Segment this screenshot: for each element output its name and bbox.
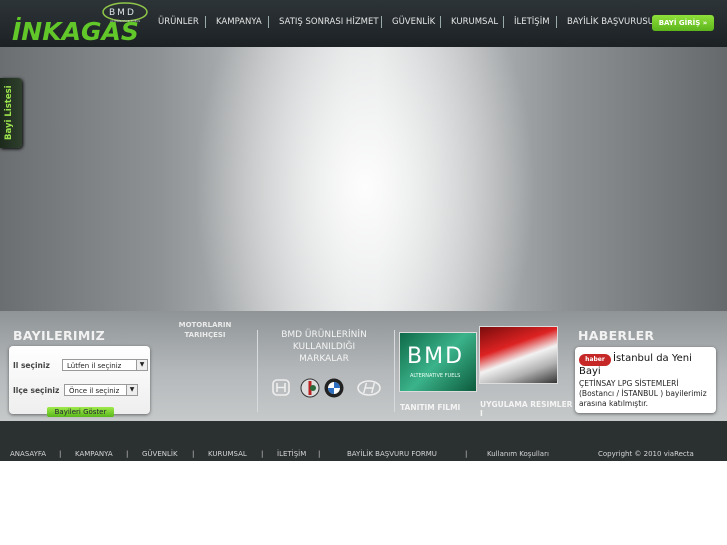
application-photos-thumbnail[interactable]: [479, 326, 558, 384]
district-select-value: Önce il seçiniz: [69, 387, 120, 395]
nav-satis-sonrasi[interactable]: SATIŞ SONRASI HİZMET: [279, 17, 379, 27]
footer-divider: |: [261, 450, 264, 458]
top-navigation-bar: BMD ALTERNATIVE FUELS İNKAGAS ÜRÜNLER KA…: [0, 0, 727, 47]
application-photos-caption-line2: I: [480, 409, 483, 418]
news-panel[interactable]: haber İstanbul da Yeni Bayi ÇETİNSAY LPG…: [575, 347, 716, 413]
promo-film-thumbnail[interactable]: BMD ALTERNATIVE FUELS: [399, 332, 477, 392]
dealers-title: BAYILERIMIZ: [13, 328, 105, 343]
footer-divider: |: [465, 450, 468, 458]
news-headline[interactable]: İstanbul da Yeni: [613, 353, 692, 364]
dealer-login-button[interactable]: BAYİ GİRİŞ »: [652, 15, 714, 31]
dealer-search-panel: [9, 346, 150, 414]
footer-link-kullanim-kosullari[interactable]: Kullanım Koşulları: [487, 450, 549, 458]
chevron-down-icon: ▼: [136, 360, 147, 370]
application-photos-caption[interactable]: UYGULAMA RESIMLER I: [480, 400, 572, 418]
nav-divider: [440, 16, 441, 28]
divider: [257, 330, 258, 412]
brands-heading: BMD ÜRÜNLERİNİN KULLANILDIĞI MARKALAR: [264, 329, 384, 365]
nav-iletisim[interactable]: İLETİŞİM: [514, 17, 550, 27]
brands-line2: KULLANILDIĞI: [292, 342, 356, 352]
divider: [394, 330, 395, 412]
news-title: HABERLER: [578, 328, 655, 343]
chevron-down-icon: ▼: [126, 385, 137, 395]
show-dealers-button[interactable]: Bayileri Göster: [47, 407, 114, 417]
application-photos-caption-line1: UYGULAMA RESIMLER: [480, 400, 573, 409]
bmw-logo[interactable]: [323, 377, 345, 399]
nav-divider: [503, 16, 504, 28]
footer-divider: |: [192, 450, 195, 458]
nav-divider: [268, 16, 269, 28]
promo-film-caption[interactable]: TANITIM FILMI: [400, 403, 460, 412]
footer-divider: |: [318, 450, 321, 458]
honda-logo[interactable]: [270, 377, 292, 399]
brands-line3: MARKALAR: [299, 354, 349, 364]
brands-line1: BMD ÜRÜNLERİNİN: [281, 330, 367, 340]
footer-link-iletisim[interactable]: İLETİŞİM: [277, 450, 306, 458]
nav-kampanya[interactable]: KAMPANYA: [216, 17, 262, 27]
footer: ANASAYFA | KAMPANYA | GÜVENLİK | KURUMSA…: [0, 421, 727, 461]
footer-divider: |: [59, 450, 62, 458]
nav-urunler[interactable]: ÜRÜNLER: [158, 17, 199, 27]
inkagas-logo[interactable]: BMD ALTERNATIVE FUELS İNKAGAS: [10, 2, 148, 46]
city-select[interactable]: Lütfen il seçiniz ▼: [62, 359, 148, 371]
footer-link-anasayfa[interactable]: ANASAYFA: [10, 450, 46, 458]
nav-guvenlik[interactable]: GÜVENLİK: [392, 17, 435, 27]
nav-kurumsal[interactable]: KURUMSAL: [451, 17, 498, 27]
footer-link-bayilik-formu[interactable]: BAYİLİK BAŞVURU FORMU: [347, 450, 437, 458]
motor-history-line2: TARIHÇESI: [184, 331, 226, 339]
nav-divider: [381, 16, 382, 28]
city-label: Il seçiniz: [13, 361, 50, 370]
bmd-logo-text: BMD: [407, 344, 465, 369]
nav-bayilik-basvurusu[interactable]: BAYİLİK BAŞVURUSU: [567, 17, 654, 27]
news-badge: haber: [579, 354, 611, 366]
news-headline-2[interactable]: Bayi: [579, 366, 601, 377]
motor-history-link[interactable]: MOTORLARIN TARIHÇESI: [165, 320, 245, 340]
bmd-logo-tagline: ALTERNATIVE FUELS: [410, 373, 461, 379]
dealer-list-tab[interactable]: Bayi Listesi: [0, 78, 22, 148]
news-body: ÇETİNSAY LPG SİSTEMLERİ (Bostancı / İSTA…: [579, 379, 707, 408]
copyright-text: Copyright © 2010 viaRecta: [598, 450, 694, 458]
footer-divider: |: [126, 450, 129, 458]
logo-wordmark: İNKAGAS: [12, 16, 139, 46]
city-select-value: Lütfen il seçiniz: [67, 362, 122, 370]
footer-link-kampanya[interactable]: KAMPANYA: [75, 450, 113, 458]
nav-divider: [205, 16, 206, 28]
district-label: Ilçe seçiniz: [13, 386, 60, 395]
motor-history-line1: MOTORLARIN: [178, 321, 232, 329]
dealer-list-tab-label: Bayi Listesi: [4, 85, 14, 140]
footer-link-kurumsal[interactable]: KURUMSAL: [208, 450, 247, 458]
alfa-romeo-logo[interactable]: [299, 377, 321, 399]
footer-link-guvenlik[interactable]: GÜVENLİK: [142, 450, 178, 458]
nav-divider: [556, 16, 557, 28]
hero-banner: [0, 47, 727, 311]
district-select[interactable]: Önce il seçiniz ▼: [64, 384, 138, 396]
hyundai-logo[interactable]: [356, 377, 382, 399]
